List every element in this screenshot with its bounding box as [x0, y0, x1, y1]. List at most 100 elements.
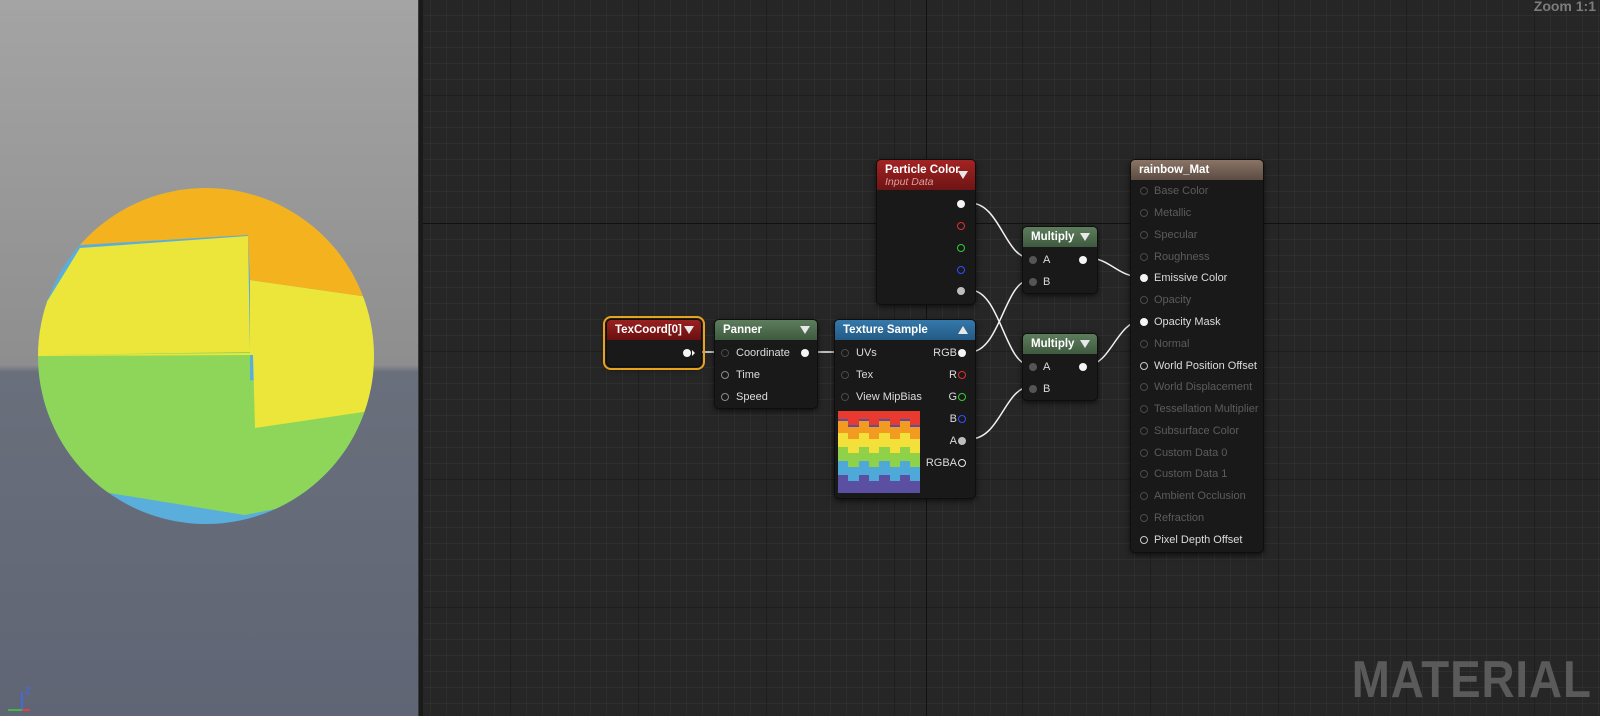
texture-output-b-pin[interactable]	[958, 415, 966, 423]
input-pin[interactable]	[1140, 492, 1148, 500]
node-texcoord[interactable]: TexCoord[0]	[603, 316, 705, 370]
input-pin[interactable]	[1140, 209, 1148, 217]
multiply-2-input-b[interactable]: B	[1029, 381, 1050, 397]
input-pin[interactable]	[721, 393, 729, 401]
texture-output-a-label: A	[949, 435, 957, 447]
node-panner[interactable]: Panner Coordinate Time Speed	[714, 319, 818, 409]
input-pin[interactable]	[1140, 427, 1148, 435]
input-pin[interactable]	[841, 393, 849, 401]
particle-output-r-pin[interactable]	[957, 222, 965, 230]
node-particle-color[interactable]: Particle Color Input Data	[876, 159, 976, 305]
texture-input-uvs[interactable]: UVs	[841, 345, 877, 361]
multiply-1-output-pin[interactable]	[1079, 256, 1087, 264]
node-material-result[interactable]: rainbow_Mat Base Color Metallic Specular…	[1130, 159, 1264, 553]
input-pin[interactable]	[1029, 385, 1037, 393]
texcoord-output-pin[interactable]	[683, 349, 691, 357]
collapse-arrow-icon[interactable]	[800, 326, 810, 334]
input-pin[interactable]	[1140, 536, 1148, 544]
material-graph-canvas[interactable]: Zoom 1:1 MATERIAL	[423, 0, 1600, 716]
texture-output-g-pin[interactable]	[958, 393, 966, 401]
texture-input-viewmipbias[interactable]: View MipBias	[841, 389, 922, 405]
result-input-pixel-depth-offset[interactable]: Pixel Depth Offset	[1140, 532, 1242, 548]
texture-input-tex[interactable]: Tex	[841, 367, 873, 383]
result-input-emissive-color[interactable]: Emissive Color	[1140, 270, 1227, 286]
multiply-2-output-pin[interactable]	[1079, 363, 1087, 371]
input-pin[interactable]	[721, 371, 729, 379]
collapse-arrow-icon[interactable]	[1080, 233, 1090, 241]
input-pin[interactable]	[1140, 449, 1148, 457]
multiply-1-input-b[interactable]: B	[1029, 274, 1050, 290]
input-pin[interactable]	[1140, 318, 1148, 326]
node-multiply-1[interactable]: Multiply A B	[1022, 226, 1098, 294]
result-input-subsurface-color[interactable]: Subsurface Color	[1140, 423, 1239, 439]
pin-label: Ambient Occlusion	[1154, 490, 1246, 502]
input-pin[interactable]	[1140, 405, 1148, 413]
result-input-metallic[interactable]: Metallic	[1140, 205, 1191, 221]
texture-thumbnail	[838, 411, 920, 493]
result-input-tessellation-multiplier[interactable]: Tessellation Multiplier	[1140, 401, 1259, 417]
preview-viewport[interactable]: Z	[0, 0, 418, 716]
particle-output-b-pin[interactable]	[957, 266, 965, 274]
node-material-result-header[interactable]: rainbow_Mat	[1131, 160, 1263, 180]
node-texture-sample-header[interactable]: Texture Sample	[835, 320, 975, 340]
input-pin[interactable]	[1140, 231, 1148, 239]
input-pin[interactable]	[841, 349, 849, 357]
input-pin[interactable]	[1140, 383, 1148, 391]
panner-input-speed[interactable]: Speed	[721, 389, 768, 405]
collapse-arrow-icon[interactable]	[1080, 340, 1090, 348]
input-pin[interactable]	[1140, 253, 1148, 261]
input-pin[interactable]	[1140, 470, 1148, 478]
particle-output-a-pin[interactable]	[957, 287, 965, 295]
pin-label: Roughness	[1154, 251, 1210, 263]
node-panner-header[interactable]: Panner	[715, 320, 817, 340]
particle-output-rgb-pin[interactable]	[957, 200, 965, 208]
result-input-ambient-occlusion[interactable]: Ambient Occlusion	[1140, 488, 1246, 504]
node-texcoord-header[interactable]: TexCoord[0]	[607, 320, 701, 340]
node-multiply-2-header[interactable]: Multiply	[1023, 334, 1097, 354]
texture-output-r-pin[interactable]	[958, 371, 966, 379]
pin-label: Custom Data 1	[1154, 468, 1228, 480]
panner-output-pin[interactable]	[801, 349, 809, 357]
texture-output-a-pin[interactable]	[958, 437, 966, 445]
panner-input-coordinate[interactable]: Coordinate	[721, 345, 790, 361]
collapse-arrow-icon[interactable]	[684, 326, 694, 334]
particle-output-g-pin[interactable]	[957, 244, 965, 252]
multiply-2-input-a[interactable]: A	[1029, 359, 1050, 375]
result-input-refraction[interactable]: Refraction	[1140, 510, 1204, 526]
input-pin[interactable]	[841, 371, 849, 379]
pin-label: World Position Offset	[1154, 360, 1257, 372]
node-material-result-title: rainbow_Mat	[1139, 164, 1210, 176]
pin-label: Specular	[1154, 229, 1198, 241]
result-input-custom-data-1[interactable]: Custom Data 1	[1140, 466, 1227, 482]
panner-input-time[interactable]: Time	[721, 367, 760, 383]
pin-label: Opacity Mask	[1154, 316, 1221, 328]
result-input-opacity[interactable]: Opacity	[1140, 292, 1191, 308]
collapse-arrow-icon[interactable]	[958, 171, 968, 179]
result-input-base-color[interactable]: Base Color	[1140, 183, 1208, 199]
result-input-world-displacement[interactable]: World Displacement	[1140, 379, 1252, 395]
input-pin[interactable]	[1140, 340, 1148, 348]
result-input-opacity-mask[interactable]: Opacity Mask	[1140, 314, 1221, 330]
input-pin[interactable]	[1029, 278, 1037, 286]
node-particle-color-header[interactable]: Particle Color Input Data	[877, 160, 975, 190]
input-pin[interactable]	[1140, 187, 1148, 195]
node-multiply-1-header[interactable]: Multiply	[1023, 227, 1097, 247]
result-input-roughness[interactable]: Roughness	[1140, 249, 1210, 265]
collapse-arrow-icon[interactable]	[958, 326, 968, 334]
input-pin[interactable]	[1140, 362, 1148, 370]
result-input-custom-data-0[interactable]: Custom Data 0	[1140, 445, 1227, 461]
input-pin[interactable]	[1029, 363, 1037, 371]
result-input-world-position-offset[interactable]: World Position Offset	[1140, 358, 1257, 374]
axis-gizmo-icon: Z	[8, 686, 31, 711]
input-pin[interactable]	[1140, 514, 1148, 522]
input-pin[interactable]	[721, 349, 729, 357]
result-input-specular[interactable]: Specular	[1140, 227, 1197, 243]
input-pin[interactable]	[1140, 296, 1148, 304]
texture-output-rgba-pin[interactable]	[958, 459, 966, 467]
input-pin[interactable]	[1140, 274, 1148, 282]
multiply-1-input-a[interactable]: A	[1029, 252, 1050, 268]
result-input-normal[interactable]: Normal	[1140, 336, 1189, 352]
texture-output-rgb-pin[interactable]	[958, 349, 966, 357]
input-pin[interactable]	[1029, 256, 1037, 264]
node-multiply-2[interactable]: Multiply A B	[1022, 333, 1098, 401]
